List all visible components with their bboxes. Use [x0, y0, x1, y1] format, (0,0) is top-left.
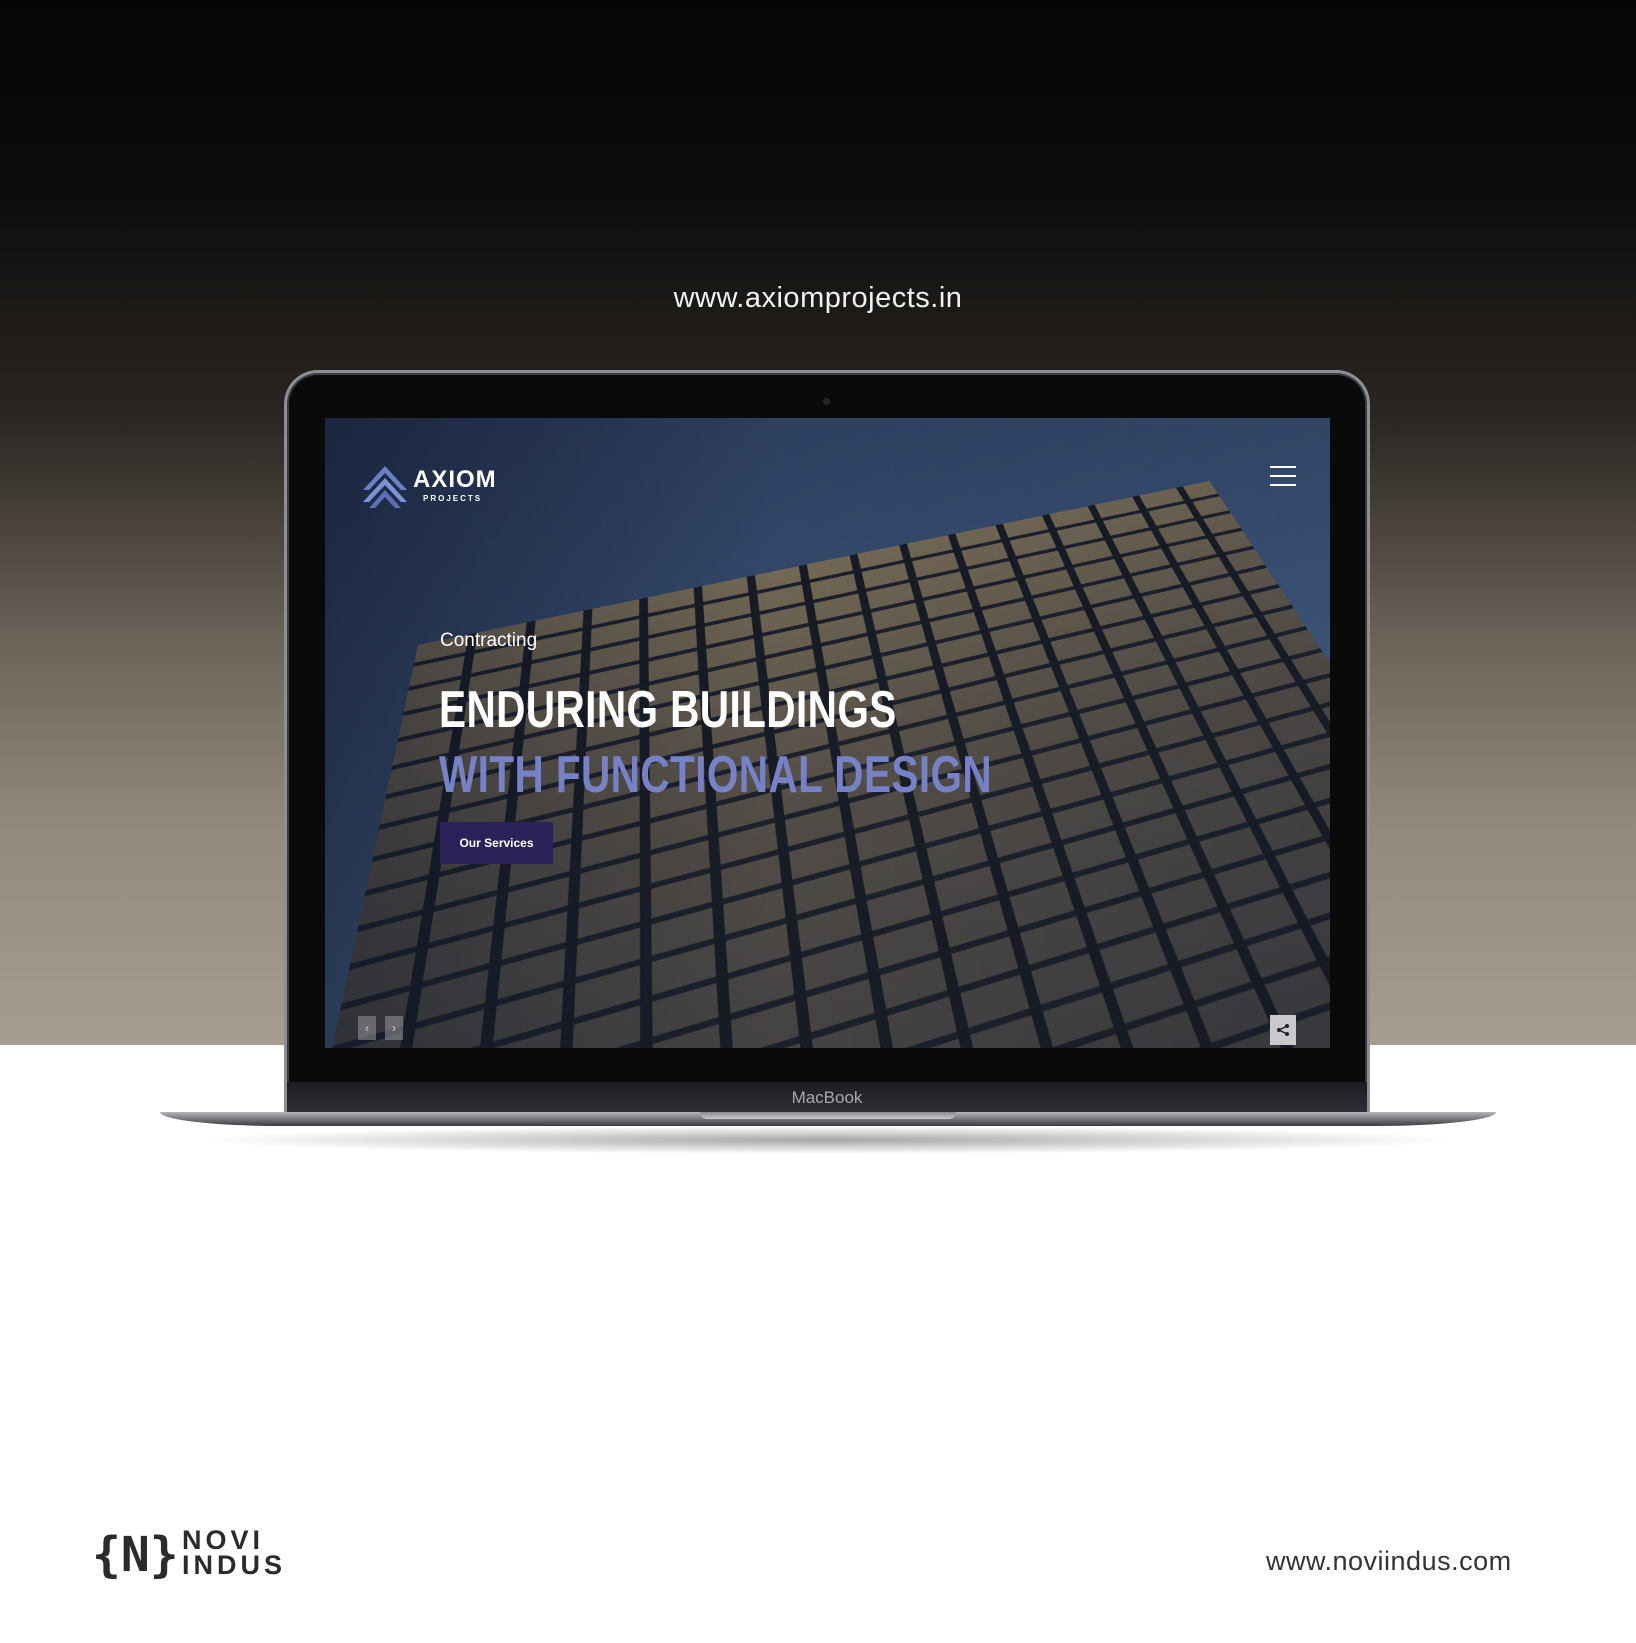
hero-headline-line2: WITH FUNCTIONAL DESIGN: [439, 746, 993, 804]
laptop-brand-label: MacBook: [791, 1088, 863, 1107]
noviindus-url: www.noviindus.com: [1266, 1546, 1512, 1576]
laptop-shadow: [190, 1126, 1466, 1154]
noviindus-logo-mark-icon: {N}: [92, 1527, 179, 1583]
slider-next-button[interactable]: ›: [385, 1016, 403, 1040]
hamburger-menu-icon[interactable]: [1270, 466, 1296, 488]
laptop-screen: AXIOM PROJECTS Contracting ENDURING BUIL…: [325, 418, 1330, 1048]
camera-icon: [823, 398, 830, 405]
share-icon: [1277, 1024, 1289, 1036]
hero-headline-line1: ENDURING BUILDINGS: [439, 681, 897, 739]
logo-wordmark: AXIOM: [413, 466, 497, 493]
slider-prev-button[interactable]: ‹: [358, 1016, 376, 1040]
share-button[interactable]: [1270, 1015, 1296, 1045]
axiom-chevron-logo-icon: [363, 466, 407, 508]
our-services-button[interactable]: Our Services: [440, 822, 553, 864]
noviindus-logo: {N} NOVI INDUS: [92, 1527, 342, 1584]
site-url-caption: www.axiomprojects.in: [673, 282, 963, 314]
axiom-logo[interactable]: AXIOM PROJECTS: [361, 462, 501, 514]
laptop-hinge-notch: [700, 1112, 956, 1119]
logo-subtitle: PROJECTS: [423, 494, 483, 503]
noviindus-logo-line2: INDUS: [182, 1550, 287, 1580]
hero-kicker: Contracting: [440, 630, 538, 651]
